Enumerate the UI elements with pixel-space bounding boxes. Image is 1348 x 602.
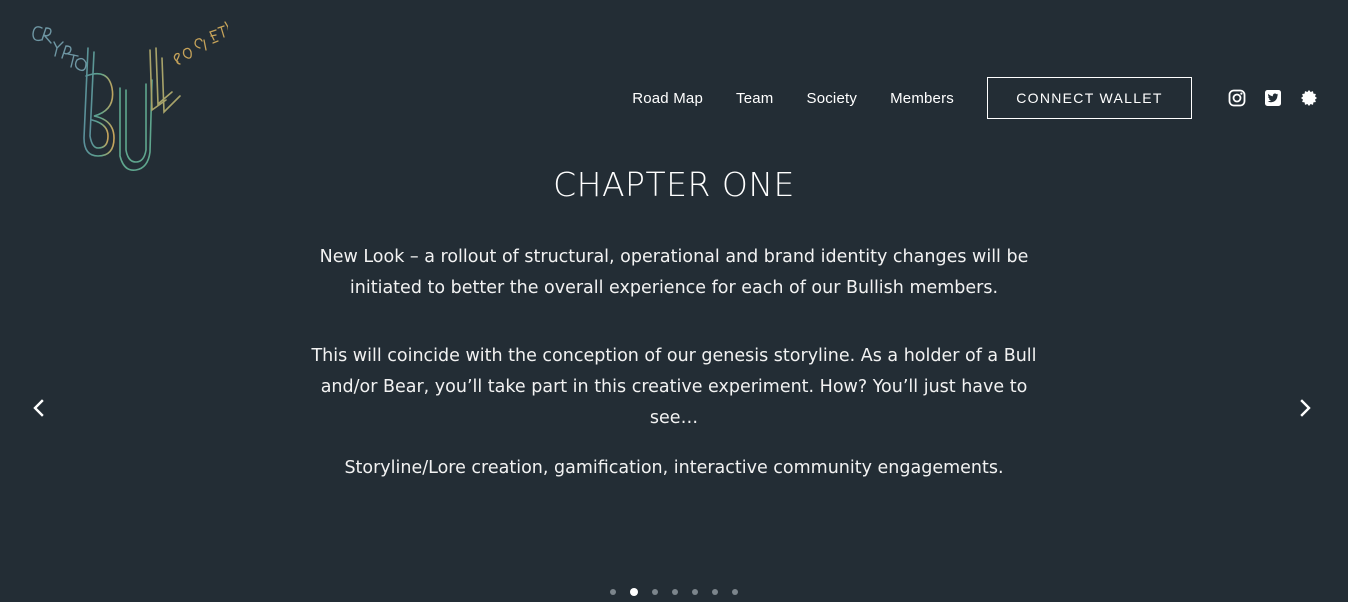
slide-paragraph: New Look – a rollout of structural, oper… (319, 247, 1029, 298)
social-links (1228, 89, 1318, 107)
carousel-slide: CHAPTER ONE New Look – a rollout of stru… (0, 160, 1348, 484)
carousel-dot[interactable] (732, 589, 738, 595)
carousel-dot[interactable] (630, 588, 638, 596)
carousel-dot[interactable] (672, 589, 678, 595)
instagram-icon[interactable] (1228, 89, 1246, 107)
page: Road Map Team Society Members CONNECT WA… (0, 0, 1348, 602)
nav-link-road-map[interactable]: Road Map (632, 90, 703, 107)
nav-link-society[interactable]: Society (806, 90, 857, 107)
connect-wallet-button[interactable]: CONNECT WALLET (987, 77, 1192, 119)
slide-title: CHAPTER ONE (553, 165, 795, 204)
opensea-icon[interactable] (1300, 89, 1318, 107)
slide-paragraph: Storyline/Lore creation, gamification, i… (344, 458, 1004, 478)
carousel-dot[interactable] (652, 589, 658, 595)
top-nav: Road Map Team Society Members CONNECT WA… (632, 76, 1318, 120)
carousel-dot[interactable] (712, 589, 718, 595)
slide-paragraph: This will coincide with the conception o… (311, 346, 1037, 428)
carousel-dot[interactable] (692, 589, 698, 595)
nav-link-members[interactable]: Members (890, 90, 954, 107)
crypto-bull-society-logo[interactable] (28, 18, 228, 178)
carousel-pagination (0, 588, 1348, 596)
logo-graphic (32, 21, 228, 172)
carousel-dot[interactable] (610, 589, 616, 595)
nav-link-team[interactable]: Team (736, 90, 773, 107)
twitter-icon[interactable] (1264, 89, 1282, 107)
